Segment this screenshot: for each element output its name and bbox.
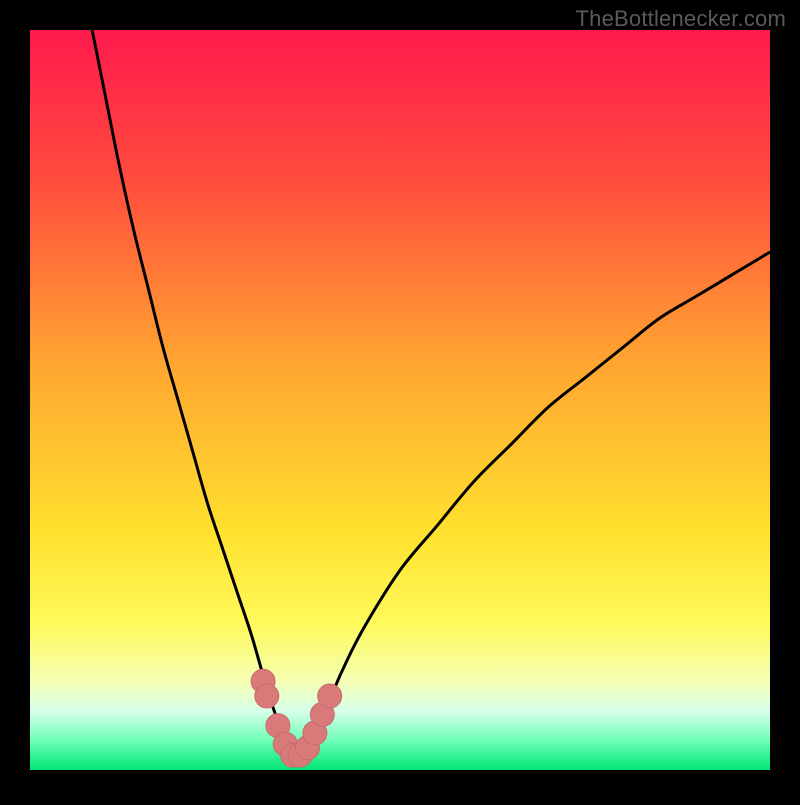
chart-container: TheBottlenecker.com [0, 0, 800, 800]
data-marker [255, 684, 279, 708]
data-marker [318, 684, 342, 708]
watermark-text: TheBottlenecker.com [576, 6, 786, 32]
plot-gradient-background [30, 30, 770, 770]
bottleneck-chart-svg [0, 0, 800, 800]
